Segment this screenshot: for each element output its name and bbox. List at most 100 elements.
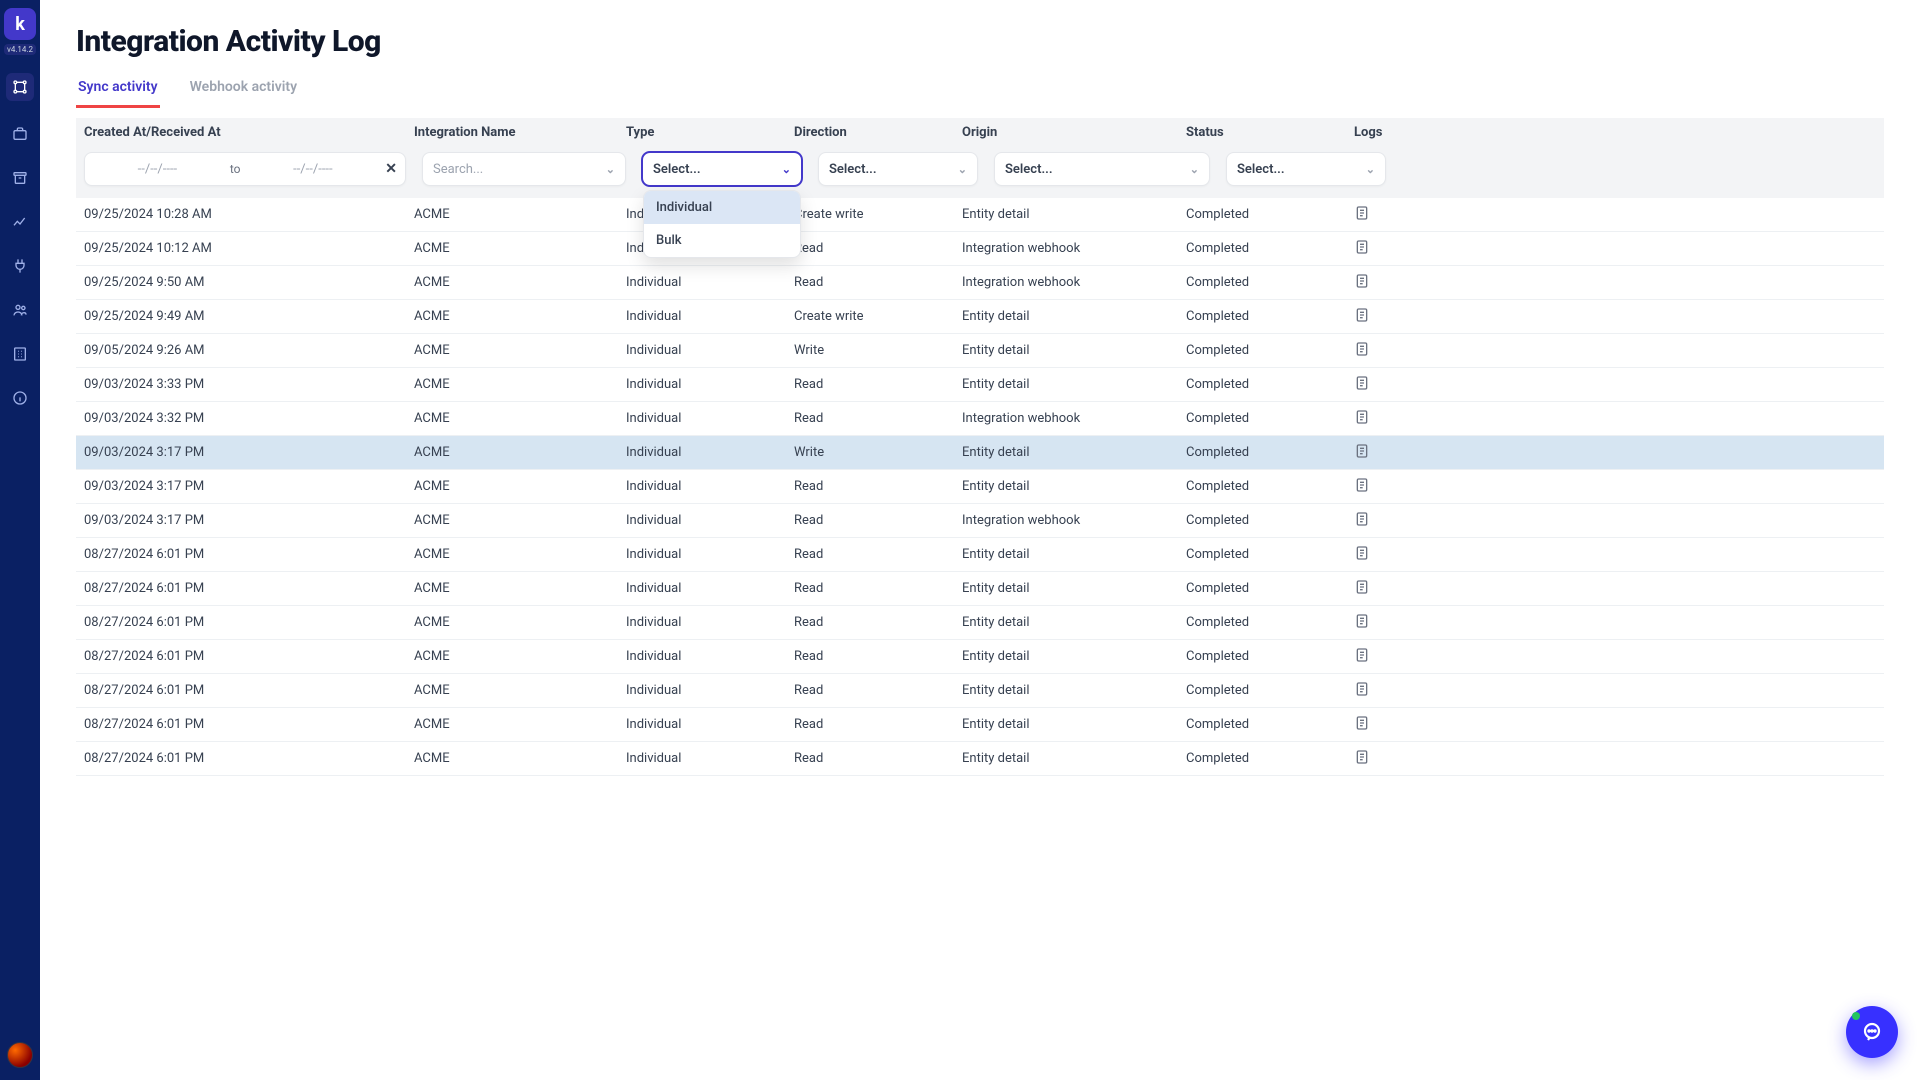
table-row[interactable]: 08/27/2024 6:01 PMACMEIndividualReadEnti… xyxy=(76,538,1884,572)
chevron-down-icon: ⌄ xyxy=(1190,163,1199,176)
page-title: Integration Activity Log xyxy=(76,24,1884,59)
cell-direction: Read xyxy=(794,411,962,426)
cell-created: 09/25/2024 9:49 AM xyxy=(84,309,414,324)
view-log-icon[interactable] xyxy=(1354,647,1370,667)
cell-status: Completed xyxy=(1186,615,1354,630)
type-select-placeholder: Select... xyxy=(653,162,701,177)
cell-integration: ACME xyxy=(414,649,626,664)
cell-status: Completed xyxy=(1186,479,1354,494)
cell-created: 09/03/2024 3:33 PM xyxy=(84,377,414,392)
cell-direction: Write xyxy=(794,343,962,358)
table-row[interactable]: 08/27/2024 6:01 PMACMEIndividualReadEnti… xyxy=(76,572,1884,606)
view-log-icon[interactable] xyxy=(1354,239,1370,259)
briefcase-icon[interactable] xyxy=(9,123,31,145)
table-row[interactable]: 09/25/2024 10:12 AMACMEIndividualReadInt… xyxy=(76,232,1884,266)
cell-logs xyxy=(1354,477,1426,497)
view-log-icon[interactable] xyxy=(1354,341,1370,361)
view-log-icon[interactable] xyxy=(1354,511,1370,531)
view-log-icon[interactable] xyxy=(1354,545,1370,565)
col-status: Status xyxy=(1186,125,1354,140)
table-row[interactable]: 08/27/2024 6:01 PMACMEIndividualReadEnti… xyxy=(76,708,1884,742)
cell-type: Individual xyxy=(626,683,794,698)
cell-created: 09/25/2024 10:28 AM xyxy=(84,207,414,222)
table-row[interactable]: 09/25/2024 9:49 AMACMEIndividualCreate w… xyxy=(76,300,1884,334)
building-icon[interactable] xyxy=(9,343,31,365)
origin-select[interactable]: Select... ⌄ xyxy=(994,152,1210,186)
app-logo[interactable]: k xyxy=(4,8,36,40)
table-row[interactable]: 09/03/2024 3:33 PMACMEIndividualReadEnti… xyxy=(76,368,1884,402)
date-to-input[interactable]: --/--/---- xyxy=(248,162,377,177)
cell-created: 09/03/2024 3:32 PM xyxy=(84,411,414,426)
date-to-label: to xyxy=(230,162,241,176)
chart-icon[interactable] xyxy=(9,211,31,233)
cell-direction: Read xyxy=(794,717,962,732)
col-type: Type xyxy=(626,125,794,140)
table-row[interactable]: 08/27/2024 6:01 PMACMEIndividualReadEnti… xyxy=(76,674,1884,708)
date-range-filter[interactable]: --/--/---- to --/--/---- ✕ xyxy=(84,152,406,186)
cell-created: 09/05/2024 9:26 AM xyxy=(84,343,414,358)
cell-integration: ACME xyxy=(414,683,626,698)
view-log-icon[interactable] xyxy=(1354,375,1370,395)
tab-sync-activity[interactable]: Sync activity xyxy=(76,73,160,108)
view-log-icon[interactable] xyxy=(1354,443,1370,463)
type-select[interactable]: Select... ⌄ Individual Bulk xyxy=(642,152,802,186)
table-row[interactable]: 08/27/2024 6:01 PMACMEIndividualReadEnti… xyxy=(76,640,1884,674)
table-row[interactable]: 09/25/2024 9:50 AMACMEIndividualReadInte… xyxy=(76,266,1884,300)
view-log-icon[interactable] xyxy=(1354,205,1370,225)
cell-status: Completed xyxy=(1186,207,1354,222)
view-log-icon[interactable] xyxy=(1354,715,1370,735)
cell-type: Individual xyxy=(626,717,794,732)
cell-origin: Entity detail xyxy=(962,343,1186,358)
cell-logs xyxy=(1354,511,1426,531)
cell-origin: Integration webhook xyxy=(962,411,1186,426)
cell-type: Individual xyxy=(626,343,794,358)
table-row[interactable]: 09/03/2024 3:17 PMACMEIndividualReadInte… xyxy=(76,504,1884,538)
col-integration: Integration Name xyxy=(414,125,626,140)
table-row[interactable]: 08/27/2024 6:01 PMACMEIndividualReadEnti… xyxy=(76,742,1884,776)
users-icon[interactable] xyxy=(9,299,31,321)
table-row[interactable]: 08/27/2024 6:01 PMACMEIndividualReadEnti… xyxy=(76,606,1884,640)
view-log-icon[interactable] xyxy=(1354,307,1370,327)
cell-created: 09/25/2024 10:12 AM xyxy=(84,241,414,256)
archive-icon[interactable] xyxy=(9,167,31,189)
info-icon[interactable] xyxy=(9,387,31,409)
close-icon[interactable]: ✕ xyxy=(385,161,397,177)
cell-created: 08/27/2024 6:01 PM xyxy=(84,751,414,766)
table-row[interactable]: 09/03/2024 3:32 PMACMEIndividualReadInte… xyxy=(76,402,1884,436)
integration-search-input[interactable]: Search... ⌄ xyxy=(422,152,626,186)
view-log-icon[interactable] xyxy=(1354,681,1370,701)
tab-webhook-activity[interactable]: Webhook activity xyxy=(188,73,299,108)
view-log-icon[interactable] xyxy=(1354,273,1370,293)
type-option-bulk[interactable]: Bulk xyxy=(644,224,800,257)
status-dot xyxy=(1852,1012,1860,1020)
col-origin: Origin xyxy=(962,125,1186,140)
view-log-icon[interactable] xyxy=(1354,579,1370,599)
table-filters: --/--/---- to --/--/---- ✕ Search... ⌄ S… xyxy=(76,146,1884,198)
view-log-icon[interactable] xyxy=(1354,749,1370,769)
status-select[interactable]: Select... ⌄ xyxy=(1226,152,1386,186)
view-log-icon[interactable] xyxy=(1354,477,1370,497)
avatar[interactable] xyxy=(7,1042,33,1068)
date-from-input[interactable]: --/--/---- xyxy=(93,162,222,177)
cell-type: Individual xyxy=(626,445,794,460)
table-row[interactable]: 09/03/2024 3:17 PMACMEIndividualReadEnti… xyxy=(76,470,1884,504)
origin-select-placeholder: Select... xyxy=(1005,162,1053,177)
view-log-icon[interactable] xyxy=(1354,409,1370,429)
cell-integration: ACME xyxy=(414,377,626,392)
network-icon[interactable] xyxy=(6,73,34,101)
chat-widget-button[interactable] xyxy=(1846,1006,1898,1058)
table-row[interactable]: 09/05/2024 9:26 AMACMEIndividualWriteEnt… xyxy=(76,334,1884,368)
cell-origin: Entity detail xyxy=(962,445,1186,460)
cell-direction: Read xyxy=(794,377,962,392)
direction-select[interactable]: Select... ⌄ xyxy=(818,152,978,186)
cell-direction: Write xyxy=(794,445,962,460)
cell-logs xyxy=(1354,681,1426,701)
plug-icon[interactable] xyxy=(9,255,31,277)
table-row[interactable]: 09/25/2024 10:28 AMACMEIndividualCreate … xyxy=(76,198,1884,232)
type-option-individual[interactable]: Individual xyxy=(644,191,800,224)
chevron-down-icon: ⌄ xyxy=(958,163,967,176)
cell-origin: Integration webhook xyxy=(962,241,1186,256)
view-log-icon[interactable] xyxy=(1354,613,1370,633)
table-row[interactable]: 09/03/2024 3:17 PMACMEIndividualWriteEnt… xyxy=(76,436,1884,470)
cell-status: Completed xyxy=(1186,343,1354,358)
